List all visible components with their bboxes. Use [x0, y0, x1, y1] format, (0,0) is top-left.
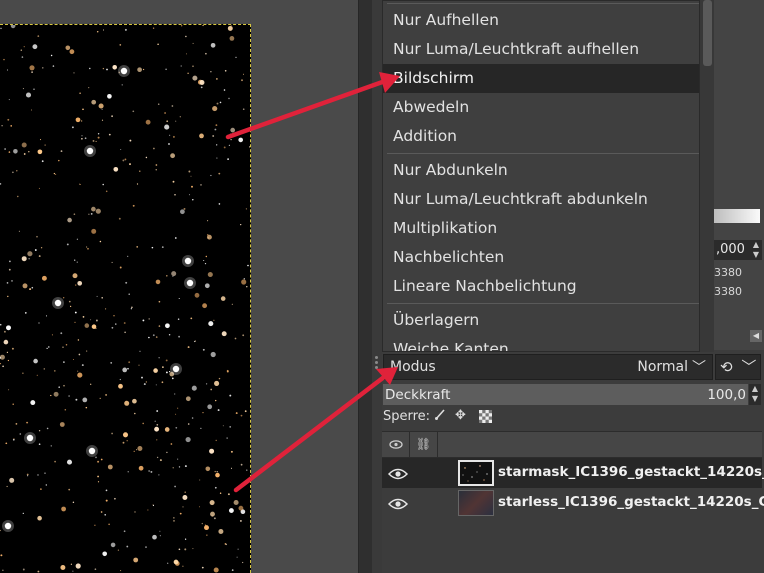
- menu-separator: [387, 303, 699, 304]
- paintbrush-lock-icon[interactable]: [434, 408, 447, 425]
- lock-label: Sperre:: [383, 409, 431, 424]
- layer-name[interactable]: starless_IC1396_gestackt_14220s_G: [498, 494, 764, 510]
- layer-thumbnail[interactable]: [458, 490, 494, 516]
- menu-item-nachbelichten[interactable]: Nachbelichten: [383, 243, 699, 272]
- eye-icon[interactable]: [387, 496, 409, 515]
- menu-item-nur-aufhellen[interactable]: Nur Aufhellen: [383, 6, 699, 35]
- dock-separator: [372, 0, 382, 573]
- menu-scrollbar-thumb[interactable]: [703, 0, 712, 66]
- opacity-value: 100,0: [707, 387, 746, 403]
- move-lock-icon[interactable]: ✥: [455, 408, 466, 423]
- opacity-label: Deckkraft: [385, 387, 451, 403]
- layer-mode-select[interactable]: Modus Normal ﹀: [383, 354, 713, 380]
- menu-separator: [387, 153, 699, 154]
- chevron-down-icon: ﹀: [692, 360, 706, 376]
- mode-reset-button[interactable]: ⟲ ﹀: [715, 354, 761, 380]
- thumbnail-stars: [462, 465, 488, 482]
- menu-item-luma-aufhellen[interactable]: Nur Luma/Leuchtkraft aufhellen: [383, 35, 699, 64]
- menu-item-bildschirm[interactable]: Bildschirm: [383, 64, 699, 93]
- layer-row[interactable]: starmask_IC1396_gestackt_14220s_: [382, 458, 764, 488]
- menu-item-weiche-kanten[interactable]: Weiche Kanten: [383, 335, 699, 351]
- panel-config-icon[interactable]: ◀: [750, 330, 762, 342]
- layer-name[interactable]: starmask_IC1396_gestackt_14220s_: [498, 464, 764, 480]
- menu-item-lineare-nachbelichtung[interactable]: Lineare Nachbelichtung: [383, 272, 699, 301]
- layers-list-header: ⛓: [382, 431, 762, 458]
- layer-mode-menu[interactable]: Nur Aufhellen Nur Luma/Leuchtkraft aufhe…: [382, 0, 700, 352]
- layer-thumbnail[interactable]: [458, 460, 494, 486]
- opacity-spin-arrows-icon[interactable]: ▲ ▼: [749, 384, 761, 405]
- dock-value-2: 3380: [714, 285, 742, 298]
- menu-item-addition[interactable]: Addition: [383, 122, 699, 151]
- chevron-down-icon: ﹀: [741, 358, 757, 376]
- menu-item-abwedeln[interactable]: Abwedeln: [383, 93, 699, 122]
- mode-label: Modus: [390, 359, 436, 375]
- visibility-header-eye-icon[interactable]: [382, 432, 410, 457]
- menu-item-ueberlagern[interactable]: Überlagern: [383, 306, 699, 335]
- checker-lock-icon[interactable]: [479, 410, 492, 427]
- image-canvas-area[interactable]: [0, 0, 358, 573]
- canvas-scrollbar[interactable]: [358, 0, 372, 573]
- menu-item-nur-abdunkeln[interactable]: Nur Abdunkeln: [383, 156, 699, 185]
- star-image[interactable]: [0, 24, 251, 573]
- star-field: [0, 25, 250, 573]
- dock-value-1: 3380: [714, 266, 742, 279]
- opacity-slider[interactable]: Deckkraft 100,0: [383, 384, 748, 405]
- mode-value: Normal: [637, 359, 688, 375]
- menu-item-multiplikation[interactable]: Multiplikation: [383, 214, 699, 243]
- dock-grip-handle[interactable]: [375, 356, 378, 370]
- dock-spin-value[interactable]: ,000: [714, 240, 750, 260]
- reset-icon: ⟲: [720, 358, 733, 376]
- menu-item-luma-abdunkeln[interactable]: Nur Luma/Leuchtkraft abdunkeln: [383, 185, 699, 214]
- layer-row[interactable]: starless_IC1396_gestackt_14220s_G: [382, 488, 764, 518]
- gradient-preview: [714, 209, 760, 223]
- dock-spin-arrows-icon[interactable]: ▲ ▼: [750, 240, 762, 260]
- chain-header-icon[interactable]: ⛓: [410, 432, 438, 457]
- menu-separator: [387, 3, 699, 4]
- eye-icon[interactable]: [387, 466, 409, 485]
